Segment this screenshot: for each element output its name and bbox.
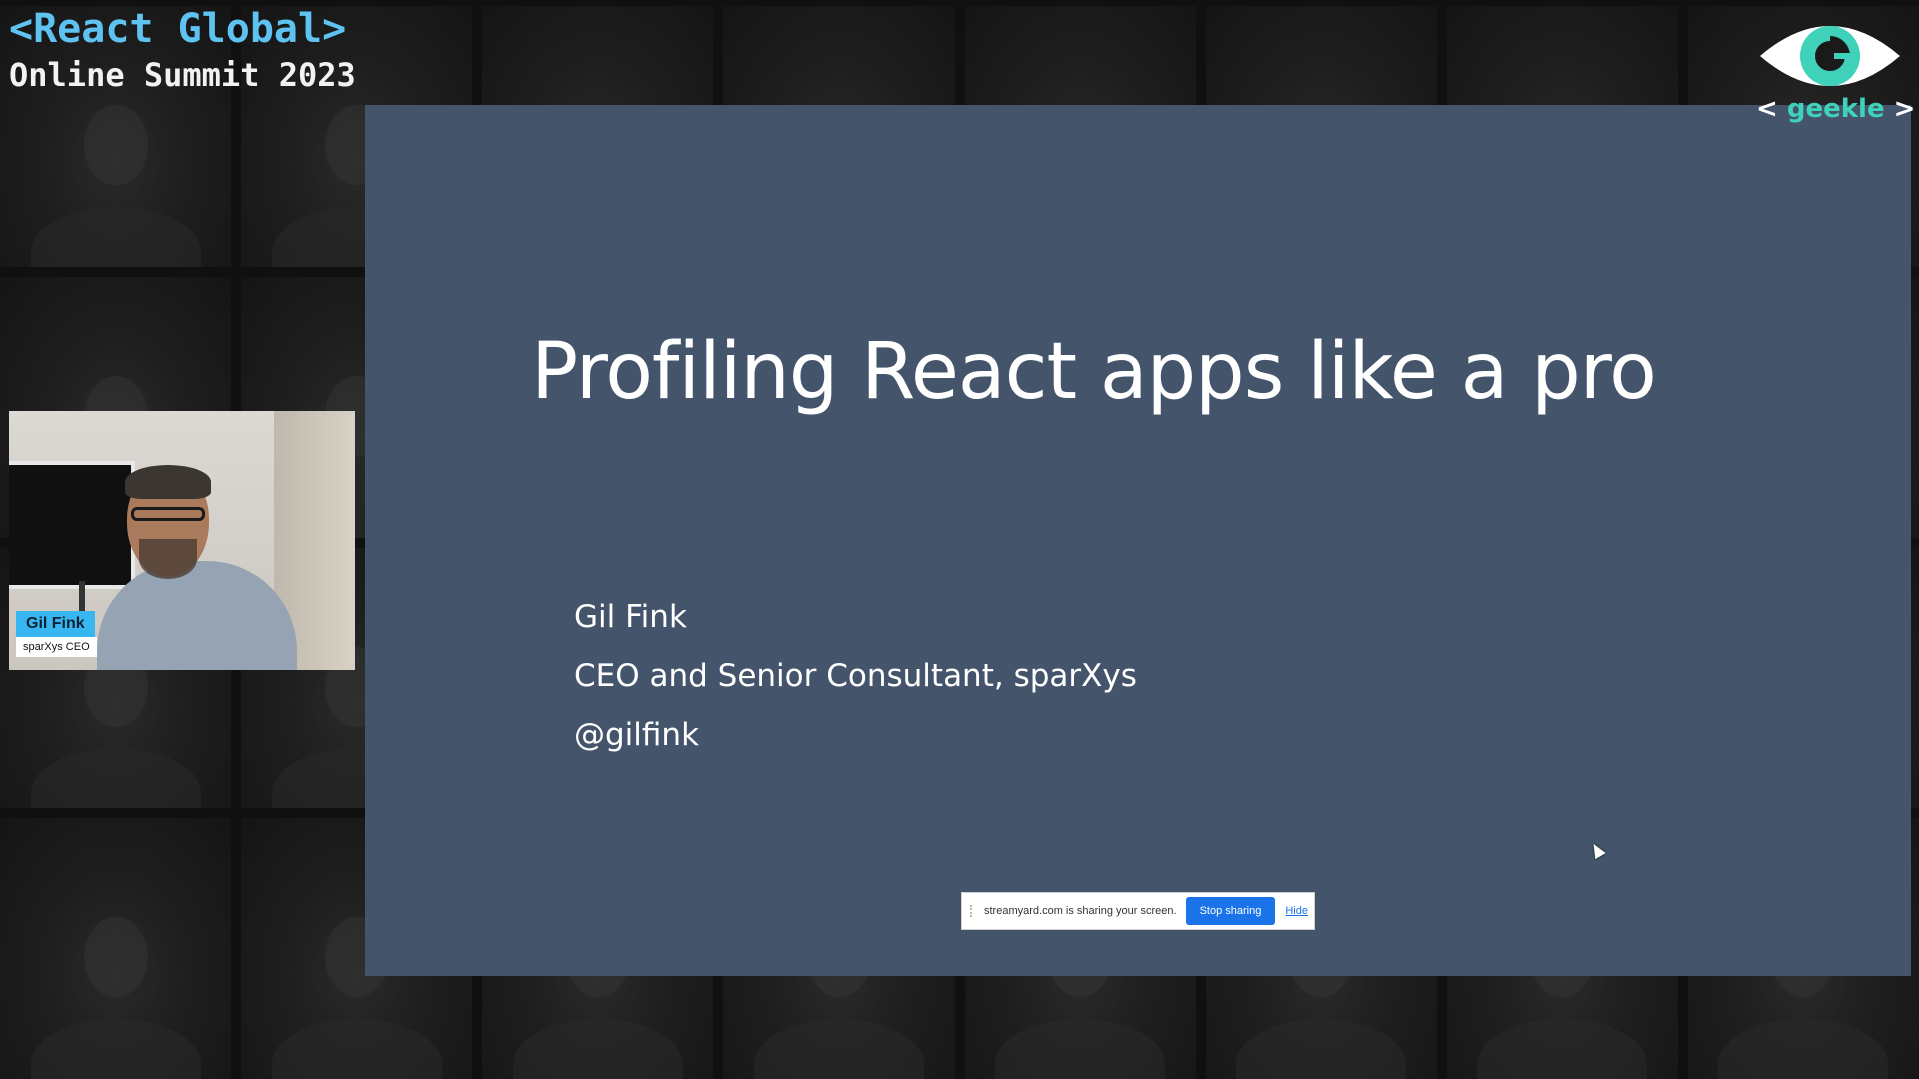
wordmark-right-bracket: >: [1893, 94, 1916, 124]
hide-link[interactable]: Hide: [1285, 905, 1308, 917]
slide-speaker-name: Gil Fink: [574, 599, 687, 635]
slide-body: Gil Fink CEO and Senior Consultant, spar…: [574, 588, 1137, 765]
slide-title: Profiling React apps like a pro: [531, 327, 1657, 417]
speaker-role: sparXys CEO: [16, 637, 97, 657]
shared-slide: Profiling React apps like a pro Gil Fink…: [365, 105, 1911, 976]
geekle-logo: < geekle >: [1756, 16, 1915, 128]
wordmark-left-bracket: <: [1756, 94, 1778, 124]
event-title-line1: <React Global>: [9, 6, 347, 52]
event-title-line2: Online Summit 2023: [9, 56, 356, 94]
stream-view: <React Global> Online Summit 2023 Profil…: [0, 0, 1919, 1079]
background-monitor: [9, 461, 135, 589]
slide-speaker-handle: @gilfink: [574, 717, 700, 753]
speaker-name-tag: Gil Fink sparXys CEO: [16, 611, 97, 657]
wordmark-text: geekle: [1786, 94, 1885, 124]
drag-handle-icon[interactable]: [970, 905, 976, 917]
screen-share-bar: streamyard.com is sharing your screen. S…: [961, 892, 1315, 930]
speaker-camera: Gil Fink sparXys CEO: [9, 411, 355, 670]
geekle-eye-logo-icon: [1760, 26, 1900, 86]
geekle-wordmark: < geekle >: [1756, 94, 1915, 124]
speaker-name: Gil Fink: [16, 611, 95, 637]
screen-share-message: streamyard.com is sharing your screen.: [984, 905, 1177, 917]
event-title: <React Global> Online Summit 2023: [9, 6, 356, 98]
stop-sharing-button[interactable]: Stop sharing: [1185, 897, 1276, 925]
slide-speaker-title: CEO and Senior Consultant, sparXys: [574, 658, 1137, 694]
